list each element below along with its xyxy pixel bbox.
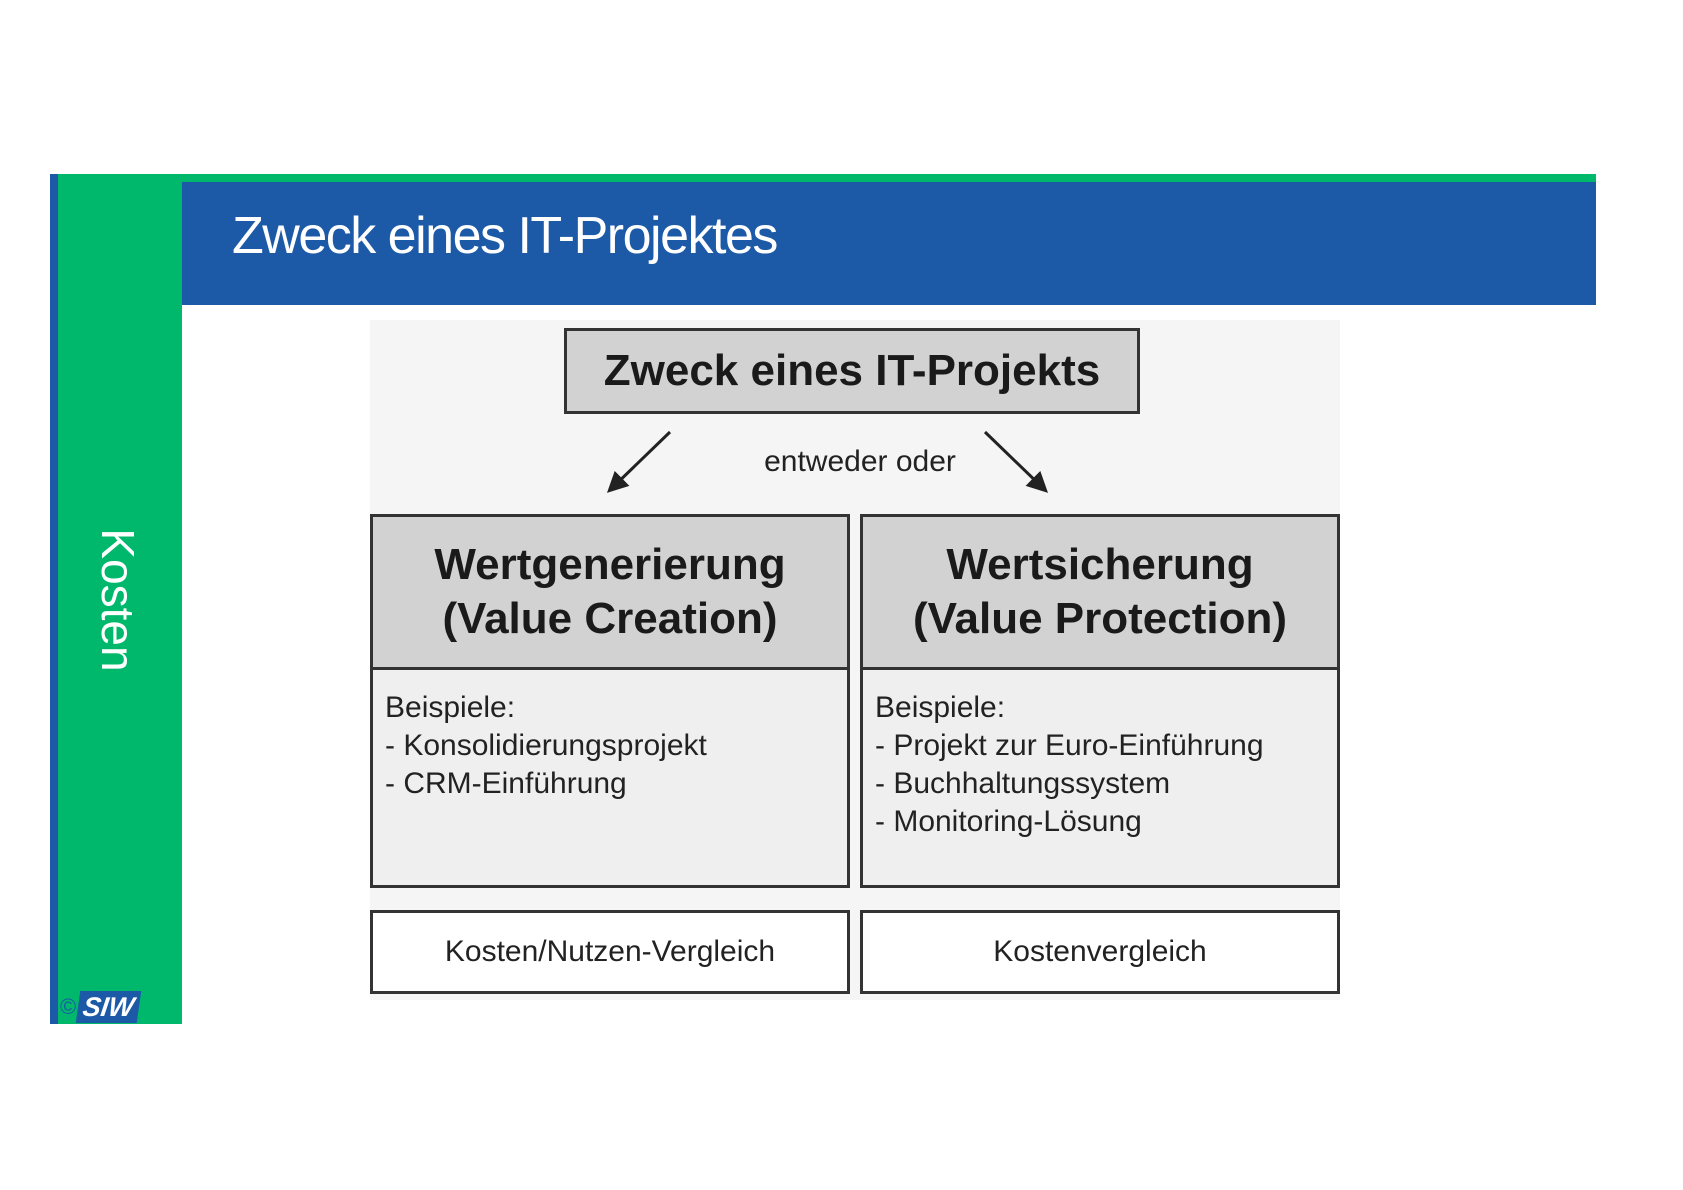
copyright-symbol: © [60,994,77,1019]
purpose-diagram: Zweck eines IT-Projekts entweder oder We… [370,320,1340,1000]
connector-label: entweder oder [764,445,956,478]
examples-label: Beispiele: [385,691,516,724]
arrow-left-icon [606,430,672,493]
value-creation-examples: Beispiele: - Konsolidierungsprojekt - CR… [385,689,839,803]
method-box-left: Kosten/Nutzen-Vergleich [370,910,850,994]
header-accent-line [182,174,1596,182]
method-box-right: Kostenvergleich [860,910,1340,994]
value-creation-panel: Wertgenerierung (Value Creation) Beispie… [370,514,850,888]
heading-line: (Value Creation) [442,594,778,643]
logo-wordmark: SIW [75,991,142,1023]
arrow-right-icon [983,430,1049,493]
example-item: - Buchhaltungssystem [875,767,1171,800]
value-protection-heading: Wertsicherung (Value Protection) [863,517,1337,670]
example-item: - CRM-Einführung [385,767,627,800]
heading-line: (Value Protection) [912,594,1288,643]
siw-logo: © SIW [60,990,142,1024]
header-bar: Zweck eines IT-Projektes [182,182,1596,305]
page-title: Zweck eines IT-Projektes [232,207,778,265]
value-protection-panel: Wertsicherung (Value Protection) Beispie… [860,514,1340,888]
value-creation-heading: Wertgenerierung (Value Creation) [373,517,847,670]
value-protection-examples: Beispiele: - Projekt zur Euro-Einführung… [875,689,1329,841]
sidebar-blue-stripe [50,174,58,1024]
sidebar-section-label: Kosten [92,528,144,672]
example-item: - Monitoring-Lösung [875,805,1142,838]
heading-line: Wertgenerierung [434,540,786,590]
example-item: - Konsolidierungsprojekt [385,729,707,762]
examples-label: Beispiele: [875,691,1006,724]
example-item: - Projekt zur Euro-Einführung [875,729,1264,762]
heading-line: Wertsicherung [946,540,1254,590]
